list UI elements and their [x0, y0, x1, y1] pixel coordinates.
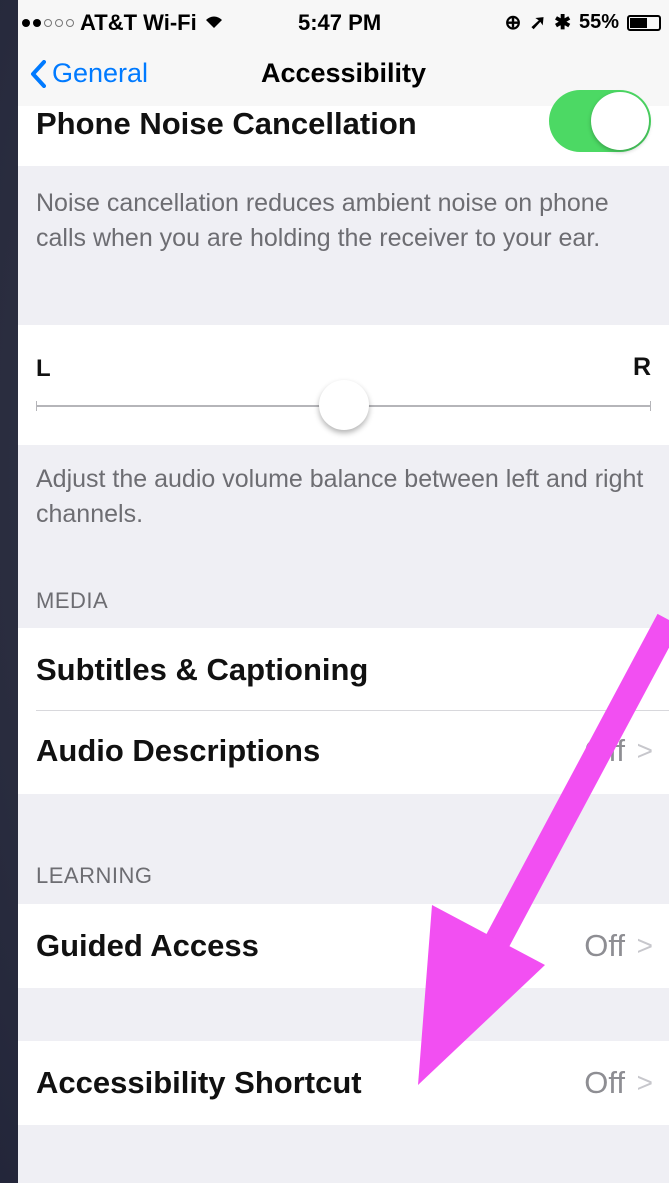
- balance-left-label: L: [36, 355, 51, 382]
- accessibility-shortcut-value: Off: [584, 1065, 625, 1100]
- slider-tick-left: [36, 401, 37, 411]
- media-section-header: MEDIA: [36, 588, 109, 613]
- guided-access-label: Guided Access: [36, 928, 259, 963]
- location-icon: ➚: [529, 12, 547, 34]
- status-right: ⊕ ➚ ✱ 55%: [505, 10, 661, 35]
- wifi-icon: [203, 10, 225, 36]
- chevron-right-icon: >: [636, 654, 653, 685]
- balance-right-label: R: [632, 353, 651, 381]
- status-time: 5:47 PM: [298, 10, 382, 35]
- lock-rotation-icon: ⊕: [504, 12, 522, 34]
- accessibility-shortcut-label: Accessibility Shortcut: [36, 1065, 362, 1100]
- noise-cancellation-toggle[interactable]: [549, 90, 651, 152]
- settings-screen: AT&T Wi-Fi 5:47 PM ⊕ ➚ ✱ 55% General Acc…: [18, 0, 669, 1183]
- balance-slider-thumb[interactable]: [318, 380, 369, 430]
- toggle-knob: [591, 92, 649, 150]
- bluetooth-icon: ✱: [554, 12, 571, 34]
- guided-access-value: Off: [584, 928, 625, 963]
- noise-cancellation-row: Phone Noise Cancellation: [18, 90, 669, 166]
- subtitles-captioning-label: Subtitles & Captioning: [36, 652, 369, 687]
- chevron-right-icon: >: [636, 1067, 653, 1098]
- media-group: Subtitles & Captioning > Audio Descripti…: [18, 628, 669, 794]
- noise-cancellation-label: Phone Noise Cancellation: [36, 106, 417, 141]
- signal-strength-icon: [22, 19, 74, 27]
- phone-frame: AT&T Wi-Fi 5:47 PM ⊕ ➚ ✱ 55% General Acc…: [0, 0, 669, 1183]
- chevron-right-icon: >: [636, 735, 653, 766]
- balance-slider-row: L R: [18, 325, 669, 445]
- status-bar: AT&T Wi-Fi 5:47 PM ⊕ ➚ ✱ 55%: [18, 0, 669, 44]
- slider-tick-right: [650, 401, 651, 411]
- status-left: AT&T Wi-Fi: [22, 10, 225, 36]
- learning-section-header: LEARNING: [36, 863, 153, 888]
- audio-descriptions-value: Off: [584, 733, 625, 768]
- chevron-right-icon: >: [636, 930, 653, 961]
- balance-footer: Adjust the audio volume balance between …: [36, 465, 644, 528]
- page-title: Accessibility: [260, 58, 427, 88]
- battery-icon: [627, 14, 661, 31]
- guided-access-row[interactable]: Guided Access Off >: [18, 904, 669, 988]
- audio-descriptions-row[interactable]: Audio Descriptions Off >: [18, 711, 669, 794]
- battery-percent: 55%: [578, 11, 619, 33]
- noise-cancellation-footer: Noise cancellation reduces ambient noise…: [36, 189, 609, 252]
- audio-descriptions-label: Audio Descriptions: [36, 733, 321, 768]
- accessibility-shortcut-row[interactable]: Accessibility Shortcut Off >: [18, 1041, 669, 1125]
- carrier-label: AT&T Wi-Fi: [80, 10, 197, 35]
- subtitles-captioning-row[interactable]: Subtitles & Captioning >: [18, 628, 669, 710]
